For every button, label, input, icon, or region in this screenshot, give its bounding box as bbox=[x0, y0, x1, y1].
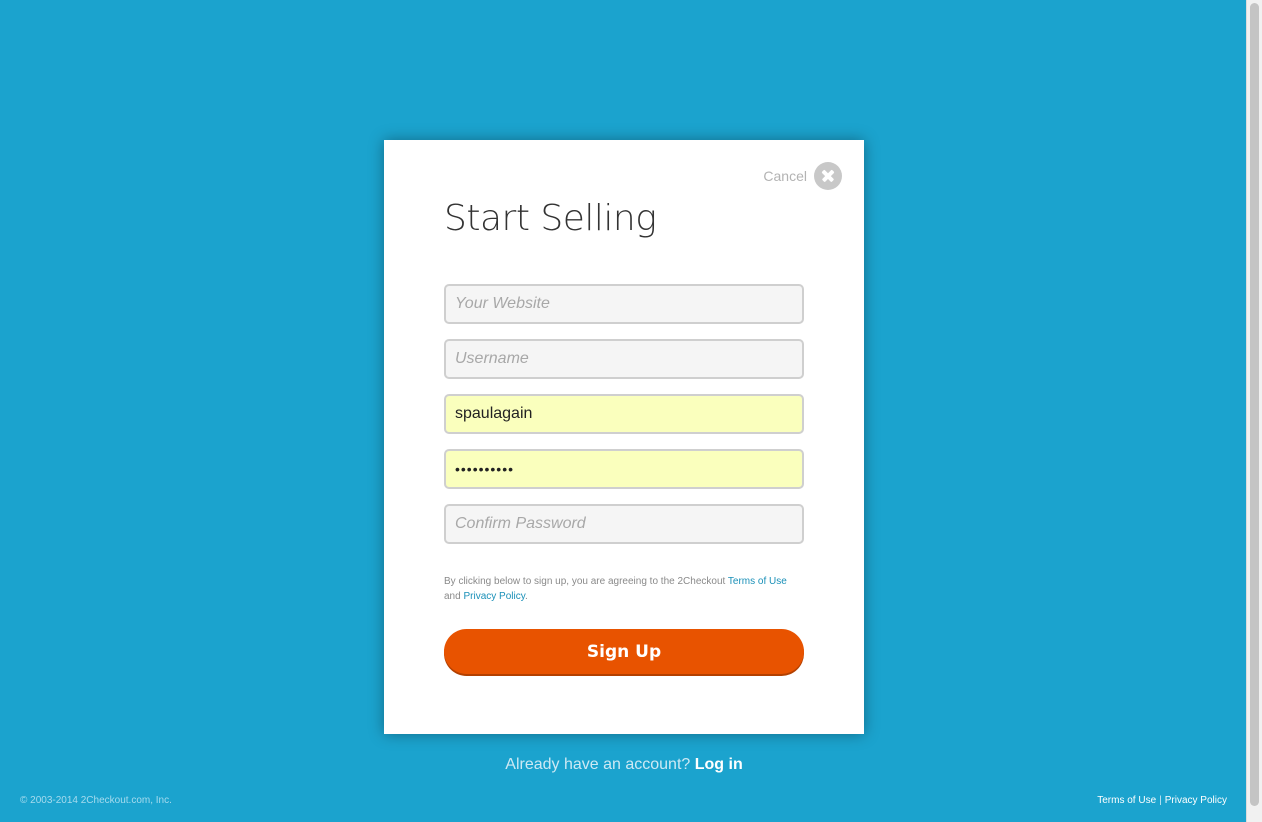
username-input[interactable] bbox=[444, 339, 804, 379]
confirm-password-input[interactable] bbox=[444, 504, 804, 544]
copyright-text: © 2003-2014 2Checkout.com, Inc. bbox=[20, 795, 172, 806]
email-input[interactable] bbox=[444, 394, 804, 434]
page-title: Start Selling bbox=[444, 198, 657, 239]
vertical-scrollbar[interactable] bbox=[1246, 0, 1262, 822]
privacy-policy-link[interactable]: Privacy Policy bbox=[463, 591, 525, 602]
log-in-link[interactable]: Log in bbox=[695, 756, 743, 773]
sign-up-button[interactable]: Sign Up bbox=[444, 629, 804, 674]
password-input[interactable] bbox=[444, 449, 804, 489]
login-prompt: Already have an account? Log in bbox=[0, 756, 1248, 774]
page: Cancel Start Selling By clicking below t… bbox=[0, 0, 1262, 822]
footer-separator: | bbox=[1159, 795, 1162, 806]
terms-of-use-link[interactable]: Terms of Use bbox=[728, 576, 787, 587]
close-icon[interactable] bbox=[814, 162, 842, 190]
footer-terms-link[interactable]: Terms of Use bbox=[1097, 795, 1156, 806]
website-input[interactable] bbox=[444, 284, 804, 324]
terms-notice: By clicking below to sign up, you are ag… bbox=[444, 574, 804, 604]
signup-modal: Cancel Start Selling By clicking below t… bbox=[384, 140, 864, 734]
cancel-label[interactable]: Cancel bbox=[763, 168, 807, 184]
terms-middle: and bbox=[444, 591, 464, 602]
footer-links: Terms of Use | Privacy Policy bbox=[1097, 795, 1227, 806]
terms-prefix: By clicking below to sign up, you are ag… bbox=[444, 576, 728, 587]
cancel-button[interactable]: Cancel bbox=[763, 162, 842, 190]
footer-privacy-link[interactable]: Privacy Policy bbox=[1165, 795, 1227, 806]
scrollbar-thumb[interactable] bbox=[1250, 3, 1259, 806]
login-prompt-text: Already have an account? bbox=[505, 756, 695, 773]
terms-suffix: . bbox=[524, 591, 528, 602]
